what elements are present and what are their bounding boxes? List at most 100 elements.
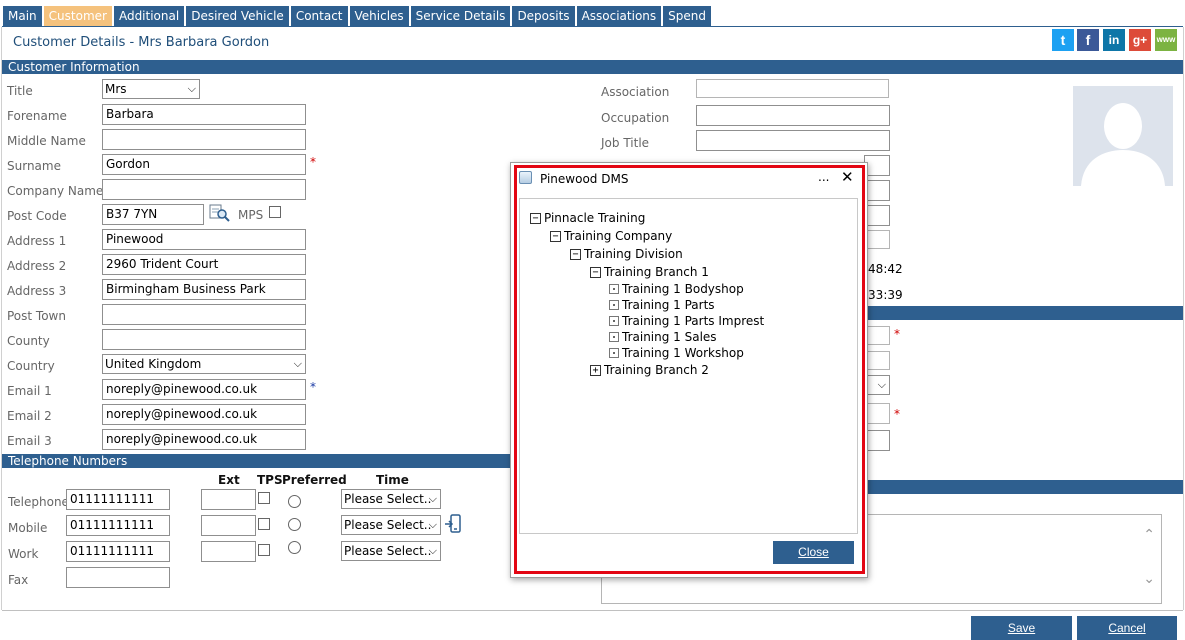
footer-divider xyxy=(2,610,1183,611)
work-time-select[interactable]: Please Select.. ⌵ xyxy=(341,541,441,561)
timestamp-fragment-2: :33:39 xyxy=(864,288,903,302)
leaf-node-icon xyxy=(609,348,619,358)
telephone-label: Telephone xyxy=(8,495,69,509)
telephone-tps-checkbox[interactable] xyxy=(258,492,270,504)
tab-contact[interactable]: Contact xyxy=(290,6,348,26)
surname-input[interactable]: Gordon xyxy=(102,154,306,175)
post-town-label: Post Town xyxy=(7,309,66,323)
email1-required-mark: * xyxy=(310,380,316,394)
collapse-icon[interactable]: − xyxy=(530,212,541,224)
tab-deposits[interactable]: Deposits xyxy=(512,6,575,26)
post-town-input[interactable] xyxy=(102,304,306,325)
association-input[interactable] xyxy=(696,79,889,98)
mobile-ext-input[interactable] xyxy=(201,515,256,536)
collapse-icon[interactable]: − xyxy=(570,248,581,260)
work-preferred-radio[interactable] xyxy=(288,541,301,554)
occupation-input[interactable] xyxy=(696,105,890,126)
tab-customer[interactable]: Customer xyxy=(43,6,112,26)
telephone-time-select[interactable]: Please Select.. ⌵ xyxy=(341,489,441,509)
tab-additional[interactable]: Additional xyxy=(113,6,185,26)
work-input[interactable]: 01111111111 xyxy=(66,541,170,562)
work-label: Work xyxy=(8,547,39,561)
email1-input[interactable]: noreply@pinewood.co.uk xyxy=(102,379,306,400)
mobile-tps-checkbox[interactable] xyxy=(258,518,270,530)
work-time-value: Please Select.. xyxy=(344,544,432,558)
tree-leaf-bodyshop[interactable]: Training 1 Bodyshop xyxy=(609,282,744,296)
tab-service-details[interactable]: Service Details xyxy=(410,6,511,26)
dialog-more-button[interactable]: ... xyxy=(818,170,829,184)
tab-spend[interactable]: Spend xyxy=(663,6,711,26)
surname-required-mark: * xyxy=(310,155,316,169)
tab-bar: Main Customer Additional Desired Vehicle… xyxy=(3,6,713,26)
collapse-icon[interactable]: − xyxy=(590,266,601,278)
forename-label: Forename xyxy=(7,109,67,123)
fax-input[interactable] xyxy=(66,567,170,588)
telephone-ext-input[interactable] xyxy=(201,489,256,510)
website-icon[interactable]: www xyxy=(1155,29,1177,51)
tree-leaf-parts[interactable]: Training 1 Parts xyxy=(609,298,715,312)
association-label: Association xyxy=(601,85,670,99)
address2-label: Address 2 xyxy=(7,259,67,273)
tab-desired-vehicle[interactable]: Desired Vehicle xyxy=(186,6,289,26)
scroll-down-icon[interactable]: ⌄ xyxy=(1143,571,1155,587)
mobile-preferred-radio[interactable] xyxy=(288,518,301,531)
surname-label: Surname xyxy=(7,159,61,173)
tab-associations[interactable]: Associations xyxy=(576,6,662,26)
job-title-input[interactable] xyxy=(696,130,890,151)
country-select[interactable]: United Kingdom ⌵ xyxy=(102,354,306,374)
app-window-icon xyxy=(519,171,532,184)
address1-input[interactable]: Pinewood xyxy=(102,229,306,250)
chevron-down-icon: ⌵ xyxy=(428,518,437,531)
linkedin-icon[interactable]: in xyxy=(1103,29,1125,51)
county-input[interactable] xyxy=(102,329,306,350)
county-label: County xyxy=(7,334,50,348)
tree-leaf-sales[interactable]: Training 1 Sales xyxy=(609,330,717,344)
fax-label: Fax xyxy=(8,573,29,587)
scroll-up-icon[interactable]: ⌃ xyxy=(1143,527,1155,543)
mobile-time-select[interactable]: Please Select.. ⌵ xyxy=(341,515,441,535)
facebook-icon[interactable]: f xyxy=(1077,29,1099,51)
mps-checkbox[interactable] xyxy=(269,206,281,218)
company-name-input[interactable] xyxy=(102,179,306,200)
collapse-icon[interactable]: − xyxy=(550,230,561,242)
tab-main[interactable]: Main xyxy=(3,6,42,26)
address2-input[interactable]: 2960 Trident Court xyxy=(102,254,306,275)
email1-label: Email 1 xyxy=(7,384,52,398)
tree-node-training-branch-1[interactable]: − Training Branch 1 xyxy=(590,265,709,279)
save-button[interactable]: Save xyxy=(971,616,1072,640)
tree-node-label: Training Company xyxy=(564,229,673,243)
tab-vehicles[interactable]: Vehicles xyxy=(349,6,409,26)
time-column-header: Time xyxy=(376,473,409,487)
tree-node-training-division[interactable]: − Training Division xyxy=(570,247,683,261)
work-ext-input[interactable] xyxy=(201,541,256,562)
tree-node-training-branch-2[interactable]: + Training Branch 2 xyxy=(590,363,709,377)
tree-node-pinnacle-training[interactable]: − Pinnacle Training xyxy=(530,211,645,225)
tree-leaf-parts-imprest[interactable]: Training 1 Parts Imprest xyxy=(609,314,764,328)
tree-leaf-label: Training 1 Parts Imprest xyxy=(622,314,765,328)
forename-input[interactable]: Barbara xyxy=(102,104,306,125)
postcode-lookup-icon[interactable] xyxy=(209,203,231,223)
email3-input[interactable]: noreply@pinewood.co.uk xyxy=(102,429,306,450)
telephone-input[interactable]: 01111111111 xyxy=(66,489,170,510)
send-sms-icon[interactable] xyxy=(445,514,461,534)
work-tps-checkbox[interactable] xyxy=(258,544,270,556)
mobile-label: Mobile xyxy=(8,521,48,535)
mobile-input[interactable]: 01111111111 xyxy=(66,515,170,536)
tree-leaf-workshop[interactable]: Training 1 Workshop xyxy=(609,346,744,360)
tree-leaf-label: Training 1 Sales xyxy=(622,330,717,344)
tree-node-training-company[interactable]: − Training Company xyxy=(550,229,672,243)
title-select[interactable]: Mrs ⌵ xyxy=(102,79,200,99)
expand-icon[interactable]: + xyxy=(590,364,601,376)
address3-input[interactable]: Birmingham Business Park xyxy=(102,279,306,300)
telephone-preferred-radio[interactable] xyxy=(288,495,301,508)
avatar xyxy=(1073,86,1173,186)
close-icon[interactable]: ✕ xyxy=(841,168,854,186)
tree-node-label: Training Division xyxy=(584,247,683,261)
middle-name-input[interactable] xyxy=(102,129,306,150)
dialog-close-button[interactable]: Close xyxy=(773,541,854,564)
twitter-icon[interactable]: t xyxy=(1052,29,1074,51)
email2-input[interactable]: noreply@pinewood.co.uk xyxy=(102,404,306,425)
post-code-input[interactable]: B37 7YN xyxy=(102,204,204,225)
cancel-button[interactable]: Cancel xyxy=(1077,616,1177,640)
googleplus-icon[interactable]: g+ xyxy=(1129,29,1151,51)
